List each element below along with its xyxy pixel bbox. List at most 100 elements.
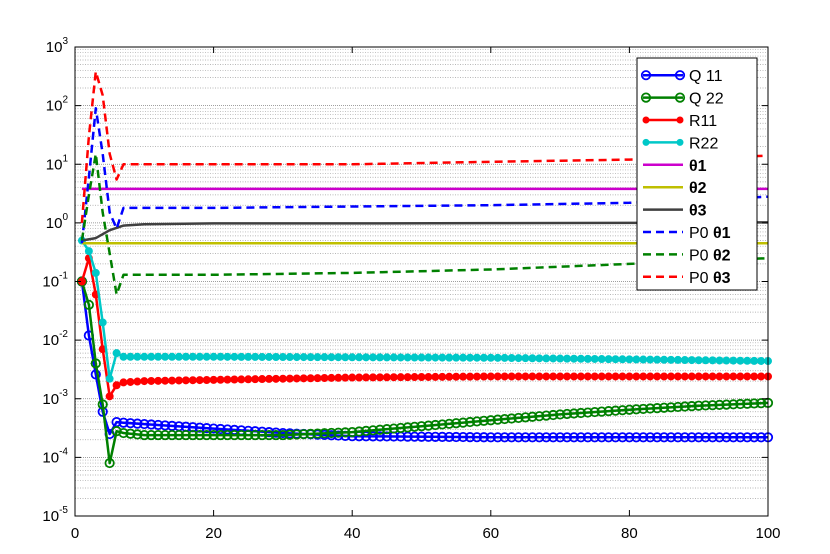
series-marker [424, 353, 433, 362]
series-marker [694, 372, 703, 381]
y-tick-label-base: 10 [42, 332, 59, 349]
series-marker [258, 352, 267, 361]
legend-label: P0 θ3 [689, 270, 731, 287]
legend-label: θ1 [689, 158, 707, 175]
series-marker [590, 354, 599, 363]
series-marker [660, 355, 669, 364]
series-marker [244, 375, 253, 384]
series-marker [521, 354, 530, 363]
y-tick-label-base: 10 [46, 39, 63, 56]
series-marker [216, 375, 225, 384]
series-marker [195, 352, 204, 361]
series-marker [625, 372, 634, 381]
y-tick-label-exponent: -1 [59, 271, 68, 282]
series-marker [195, 376, 204, 385]
series-marker [743, 372, 752, 381]
series-marker [521, 372, 530, 381]
series-marker [362, 373, 371, 382]
series-marker [161, 376, 170, 385]
series-marker [417, 353, 426, 362]
series-marker [604, 372, 613, 381]
legend-label-part: θ [713, 247, 722, 264]
series-marker [549, 354, 558, 363]
x-tick-label: 40 [344, 525, 361, 542]
series-marker [590, 372, 599, 381]
series-marker [583, 354, 592, 363]
series-marker [278, 374, 287, 383]
series-marker [417, 373, 426, 382]
series-marker [334, 353, 343, 362]
series-marker [216, 352, 225, 361]
y-tick-label-exponent: -3 [59, 388, 68, 399]
series-marker [424, 372, 433, 381]
legend: Q 11Q 22R11R22θ1θ2θ3P0 θ1P0 θ2P0 θ3 [636, 57, 758, 291]
series-marker [680, 372, 689, 381]
y-tick-label-base: 10 [46, 98, 63, 115]
series-marker [701, 372, 710, 381]
series-marker [382, 373, 391, 382]
legend-label-part: θ [713, 225, 722, 242]
series-marker [348, 353, 357, 362]
series-marker [271, 352, 280, 361]
series-marker [438, 372, 447, 381]
series-marker [694, 356, 703, 365]
series-marker [126, 352, 135, 361]
y-tick-label-exponent: 1 [62, 153, 68, 164]
y-tick-label-exponent: -2 [59, 329, 68, 340]
series-marker [285, 374, 294, 383]
series-marker [396, 353, 405, 362]
series-marker [299, 353, 308, 362]
series-marker [569, 354, 578, 363]
series-marker [154, 352, 163, 361]
series-marker [265, 374, 274, 383]
series-marker [341, 373, 350, 382]
series-marker [452, 372, 461, 381]
series-marker [632, 372, 641, 381]
series-marker [251, 375, 260, 384]
series-marker [646, 355, 655, 364]
series-marker [493, 353, 502, 362]
series-marker [140, 352, 149, 361]
series-marker [646, 372, 655, 381]
series-marker [237, 352, 246, 361]
series-marker [556, 354, 565, 363]
series-marker [209, 375, 218, 384]
legend-label: θ3 [689, 203, 707, 220]
series-marker [708, 372, 717, 381]
x-tick-label: 80 [621, 525, 638, 542]
y-tick-label-base: 10 [42, 274, 59, 291]
series-marker [223, 352, 232, 361]
series-marker [105, 392, 114, 401]
x-tick-label: 0 [71, 525, 79, 542]
series-marker [618, 355, 627, 364]
series-marker [639, 355, 648, 364]
legend-label-part: P0 [689, 225, 713, 242]
series-marker [154, 376, 163, 385]
series-marker [389, 353, 398, 362]
y-tick-label-base: 10 [42, 449, 59, 466]
series-marker [653, 355, 662, 364]
legend-marker [676, 116, 684, 124]
series-marker [410, 373, 419, 382]
series-marker [313, 374, 322, 383]
series-marker [223, 375, 232, 384]
series-marker [701, 356, 710, 365]
series-marker [514, 372, 523, 381]
series-marker [119, 378, 128, 387]
series-marker [431, 353, 440, 362]
series-marker [729, 372, 738, 381]
series-marker [271, 374, 280, 383]
legend-label-part: θ [713, 270, 722, 287]
series-marker [389, 373, 398, 382]
series-marker [736, 372, 745, 381]
series-marker [757, 356, 766, 365]
series-marker [181, 376, 190, 385]
series-marker [673, 355, 682, 364]
series-marker [181, 352, 190, 361]
series-marker [174, 352, 183, 361]
series-marker [486, 353, 495, 362]
series-marker [743, 356, 752, 365]
series-marker [452, 353, 461, 362]
series-marker [382, 353, 391, 362]
legend-label: P0 θ1 [689, 225, 731, 242]
